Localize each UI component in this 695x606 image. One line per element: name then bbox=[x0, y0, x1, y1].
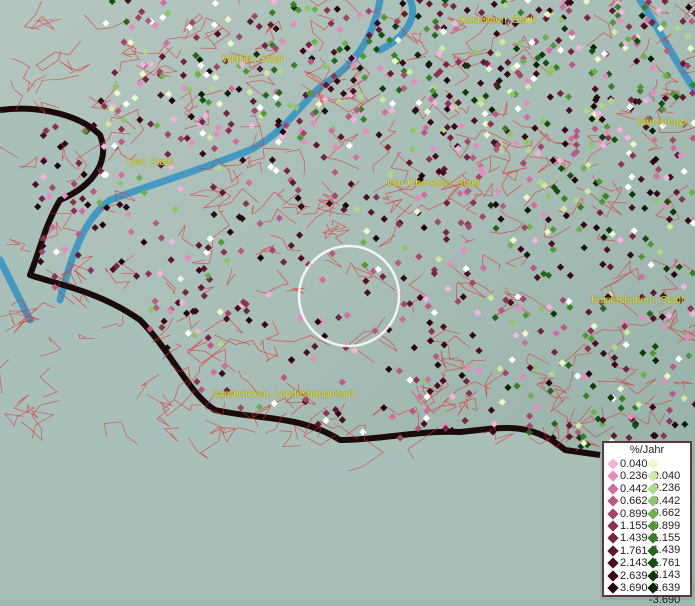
legend-swatch bbox=[607, 558, 618, 569]
legend-swatch bbox=[607, 582, 618, 593]
legend-swatch bbox=[607, 533, 618, 544]
legend-title: %/Jahr bbox=[604, 444, 690, 457]
legend-swatch bbox=[647, 570, 658, 581]
legend-swatch bbox=[647, 533, 658, 544]
legend-swatch bbox=[607, 520, 618, 531]
legend-swatch bbox=[607, 508, 618, 519]
legend-entry: -3.690 bbox=[649, 582, 690, 594]
legend-label: 0.040 bbox=[620, 458, 648, 470]
legend-label: 1.439 bbox=[620, 532, 648, 544]
legend-entry: 1.155 bbox=[609, 520, 648, 532]
legend-entry: -0.442 bbox=[649, 483, 690, 495]
legend-label: 2.639 bbox=[620, 570, 648, 582]
legend-entry: 0.236 bbox=[609, 470, 648, 482]
legend-entry: -0.236 bbox=[649, 470, 690, 482]
legend-swatch bbox=[647, 458, 658, 469]
legend-label: 1.761 bbox=[620, 545, 648, 557]
place-label-trier: Trier, Stadt bbox=[125, 157, 174, 168]
legend-entry: 0.040 bbox=[609, 458, 648, 470]
legend-swatch bbox=[607, 483, 618, 494]
legend-label: 0.662 bbox=[620, 495, 648, 507]
legend-swatch bbox=[647, 545, 658, 556]
place-label-bad-kreuznach: Bad Kreuzn bbox=[637, 117, 689, 128]
legend-entry: 0.442 bbox=[609, 483, 648, 495]
legend-label: -3.690 bbox=[649, 594, 680, 606]
legend-entry: -0.662 bbox=[649, 495, 690, 507]
legend-label: 1.155 bbox=[620, 520, 648, 532]
legend-swatch bbox=[607, 458, 618, 469]
legend: %/Jahr 0.040-0.0400.236-0.2360.442-0.442… bbox=[602, 441, 692, 597]
legend-entry: 0.899 bbox=[609, 508, 648, 520]
place-label-wittlich: Wittlich, Stadt bbox=[222, 54, 283, 65]
legend-entry: 0.662 bbox=[609, 495, 648, 507]
legend-entry: -0.899 bbox=[649, 508, 690, 520]
legend-swatch bbox=[647, 520, 658, 531]
legend-label: 3.690 bbox=[620, 582, 648, 594]
legend-entry: -0.040 bbox=[649, 458, 690, 470]
legend-swatch bbox=[647, 558, 658, 569]
place-label-kastellaun: Kastellaun, Stadt bbox=[460, 15, 536, 26]
place-label-saarbruecken: Saarbrücken, Landeshauptstadt bbox=[212, 389, 354, 400]
legend-entry: -2.143 bbox=[649, 557, 690, 569]
legend-label: 0.442 bbox=[620, 483, 648, 495]
legend-entry: 1.761 bbox=[609, 545, 648, 557]
legend-swatch bbox=[647, 582, 658, 593]
legend-label: 2.143 bbox=[620, 557, 648, 569]
legend-entry: -1.761 bbox=[649, 545, 690, 557]
legend-swatch bbox=[647, 471, 658, 482]
legend-entry: -1.439 bbox=[649, 532, 690, 544]
place-label-idar-oberstein: Idar-Oberstein, Stadt bbox=[387, 178, 480, 189]
legend-swatch bbox=[607, 471, 618, 482]
legend-entry: -1.155 bbox=[649, 520, 690, 532]
legend-entry: 2.143 bbox=[609, 557, 648, 569]
legend-swatch bbox=[607, 496, 618, 507]
legend-swatch bbox=[607, 545, 618, 556]
legend-swatch bbox=[647, 483, 658, 494]
legend-entry: 2.639 bbox=[609, 570, 648, 582]
legend-entry: 3.690 bbox=[609, 582, 648, 594]
legend-swatch bbox=[607, 570, 618, 581]
legend-swatch bbox=[647, 496, 658, 507]
legend-entry: -2.639 bbox=[649, 570, 690, 582]
legend-label: 0.236 bbox=[620, 470, 648, 482]
legend-entry: 1.439 bbox=[609, 532, 648, 544]
legend-swatch bbox=[647, 508, 658, 519]
legend-label: 0.899 bbox=[620, 508, 648, 520]
place-label-kaiserslautern: Kaiserslautern, Stadt bbox=[591, 295, 684, 306]
